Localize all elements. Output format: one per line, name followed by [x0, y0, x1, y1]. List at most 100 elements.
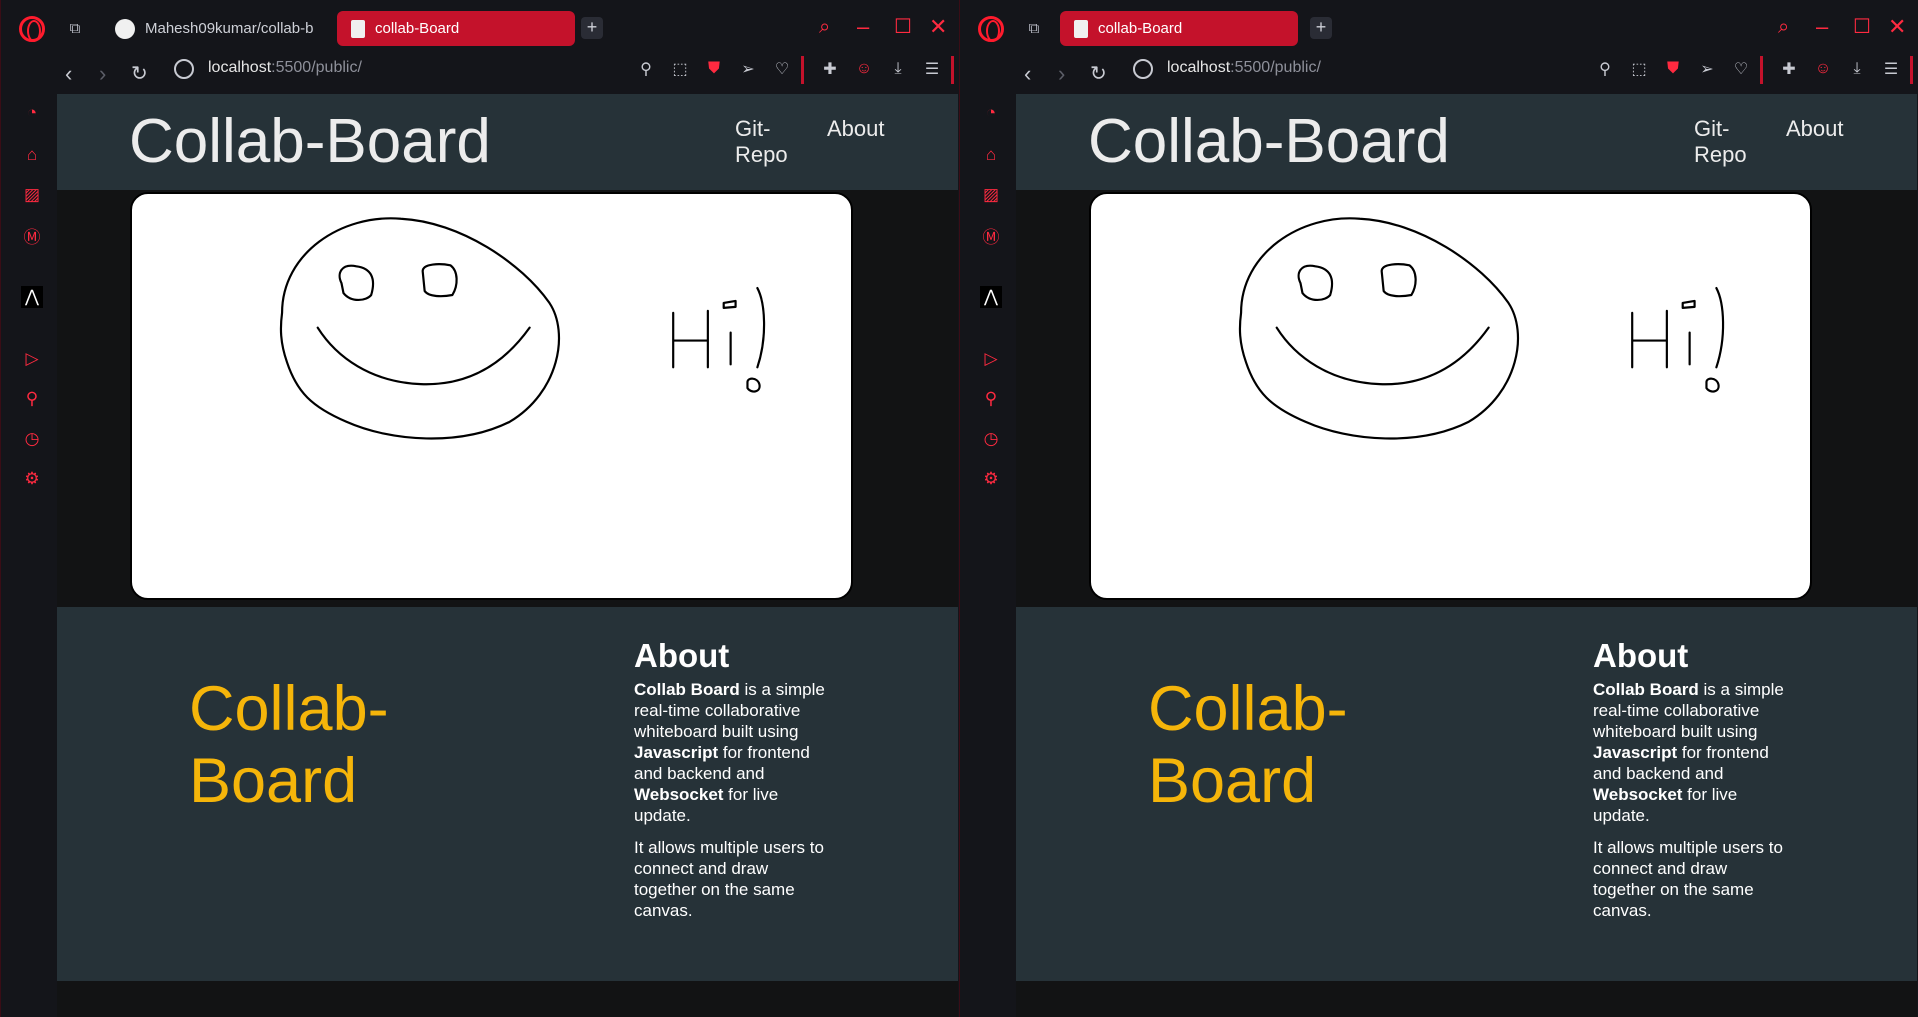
address-bar: ‹ › ↻: [1, 56, 959, 94]
about-heading: About: [634, 637, 730, 674]
profile-icon[interactable]: ☺: [853, 58, 875, 80]
smiley-mouth: [316, 326, 531, 386]
heart-icon[interactable]: ♡: [771, 58, 793, 80]
reload-icon[interactable]: ↻: [131, 60, 148, 88]
adblock-icon[interactable]: ⛊: [703, 58, 725, 80]
drawing-canvas[interactable]: [1089, 192, 1812, 600]
about-heading: About: [1593, 637, 1689, 674]
smiley-face: [279, 217, 561, 440]
about-link[interactable]: About: [827, 116, 885, 142]
smiley-eye-right: [1380, 263, 1417, 298]
exclamation-line: [1715, 286, 1725, 369]
canvas-drawing: [1238, 217, 1725, 440]
search-tabs-icon[interactable]: ⌕: [1778, 14, 1789, 40]
ai-icon[interactable]: ⌂: [21, 144, 43, 166]
app-icon[interactable]: ⋀: [21, 286, 43, 308]
download-icon[interactable]: ⤓: [1846, 58, 1868, 80]
send-icon[interactable]: ➢: [1696, 58, 1718, 80]
maximize-button[interactable]: ☐: [1853, 14, 1871, 40]
download-icon[interactable]: ⤓: [887, 58, 909, 80]
about-paragraph-1: Collab Board is a simple real-time colla…: [634, 680, 825, 825]
player-icon[interactable]: ▷: [21, 348, 43, 370]
document-icon: [351, 19, 365, 38]
history-icon[interactable]: ◷: [980, 428, 1002, 450]
site-brand[interactable]: Collab-Board: [1088, 106, 1450, 177]
forward-icon[interactable]: ›: [99, 60, 106, 88]
web-page: Collab-Board Git- Repo About Collab- Board: [57, 94, 958, 1017]
sidebar: ◔ ⌂ ▨ Ⓜ ⋀ ▷ ⚲ ◷ ⚙: [1, 94, 57, 1017]
speed-dial-icon[interactable]: ◔: [980, 102, 1002, 124]
close-button[interactable]: ✕: [929, 14, 947, 40]
smiley-eye-right: [421, 263, 458, 298]
opera-menu-icon[interactable]: [19, 16, 45, 42]
browser-window-left: ⧉ Mahesh09kumar/collab-b collab-Board + …: [0, 0, 959, 1017]
forward-icon[interactable]: ›: [1058, 60, 1065, 88]
footer-brand: Collab- Board: [1148, 674, 1348, 816]
easy-setup-icon[interactable]: ☰: [1880, 58, 1902, 80]
git-repo-link[interactable]: Git- Repo: [1694, 116, 1747, 168]
app-icon[interactable]: ⋀: [980, 286, 1002, 308]
pin-icon[interactable]: ⚲: [1594, 58, 1616, 80]
close-button[interactable]: ✕: [1888, 14, 1906, 40]
tab-islands-icon[interactable]: ⧉: [63, 17, 87, 39]
settings-gear-icon[interactable]: ⚙: [980, 468, 1002, 490]
workspaces-icon[interactable]: ▨: [980, 184, 1002, 206]
settings-gear-icon[interactable]: ⚙: [21, 468, 43, 490]
speed-dial-icon[interactable]: ◔: [21, 102, 43, 124]
back-icon[interactable]: ‹: [1024, 60, 1031, 88]
site-brand[interactable]: Collab-Board: [129, 106, 491, 177]
globe-icon: [174, 59, 194, 79]
extensions-icon[interactable]: ✚: [819, 58, 841, 80]
letter-i-dot: [1681, 299, 1696, 309]
tab-collab-board[interactable]: collab-Board: [337, 11, 575, 46]
ai-icon[interactable]: ⌂: [980, 144, 1002, 166]
opera-menu-icon[interactable]: [978, 16, 1004, 42]
divider: [801, 56, 804, 84]
send-icon[interactable]: ➢: [737, 58, 759, 80]
about-paragraph-1: Collab Board is a simple real-time colla…: [1593, 680, 1784, 825]
tab-github[interactable]: Mahesh09kumar/collab-b: [101, 11, 316, 46]
smiley-eye-left: [338, 264, 375, 302]
tab-islands-icon[interactable]: ⧉: [1022, 17, 1046, 39]
extensions-icon[interactable]: ✚: [1778, 58, 1800, 80]
pinboard-icon[interactable]: ⚲: [980, 388, 1002, 410]
url-field[interactable]: localhost:5500/public/: [1167, 59, 1321, 77]
tab-collab-board[interactable]: collab-Board: [1060, 11, 1298, 46]
adblock-icon[interactable]: ⛊: [1662, 58, 1684, 80]
address-bar: ‹ › ↻: [960, 56, 1918, 94]
back-icon[interactable]: ‹: [65, 60, 72, 88]
search-tabs-icon[interactable]: ⌕: [819, 14, 830, 40]
messenger-icon[interactable]: Ⓜ: [980, 224, 1002, 247]
tab-bar: ⧉ collab-Board + ⌕ – ☐ ✕: [960, 0, 1918, 56]
heart-icon[interactable]: ♡: [1730, 58, 1752, 80]
browser-window-right: ⧉ collab-Board + ⌕ – ☐ ✕ ‹ › ↻ localhost…: [959, 0, 1918, 1017]
profile-icon[interactable]: ☺: [1812, 58, 1834, 80]
exclamation-line: [756, 286, 766, 369]
about-paragraph-2: It allows multiple users to connect and …: [634, 838, 824, 920]
pinboard-icon[interactable]: ⚲: [21, 388, 43, 410]
maximize-button[interactable]: ☐: [894, 14, 912, 40]
site-footer: Collab- Board About Collab Board is a sim…: [57, 607, 958, 981]
player-icon[interactable]: ▷: [980, 348, 1002, 370]
exclamation-dot: [1705, 377, 1720, 393]
about-link[interactable]: About: [1786, 116, 1844, 142]
pin-icon[interactable]: ⚲: [635, 58, 657, 80]
drawing-canvas[interactable]: [130, 192, 853, 600]
easy-setup-icon[interactable]: ☰: [921, 58, 943, 80]
minimize-button[interactable]: –: [1816, 14, 1828, 40]
new-tab-button[interactable]: +: [1310, 17, 1332, 39]
new-tab-button[interactable]: +: [581, 17, 603, 39]
url-field[interactable]: localhost:5500/public/: [208, 59, 362, 77]
divider: [1760, 56, 1763, 84]
history-icon[interactable]: ◷: [21, 428, 43, 450]
footer-brand: Collab- Board: [189, 674, 389, 816]
canvas-drawing: [279, 217, 766, 440]
git-repo-link[interactable]: Git- Repo: [735, 116, 788, 168]
site-navbar: Collab-Board Git- Repo About: [57, 94, 958, 190]
snapshot-icon[interactable]: ⬚: [669, 58, 691, 80]
snapshot-icon[interactable]: ⬚: [1628, 58, 1650, 80]
reload-icon[interactable]: ↻: [1090, 60, 1107, 88]
minimize-button[interactable]: –: [857, 14, 869, 40]
workspaces-icon[interactable]: ▨: [21, 184, 43, 206]
messenger-icon[interactable]: Ⓜ: [21, 224, 43, 247]
